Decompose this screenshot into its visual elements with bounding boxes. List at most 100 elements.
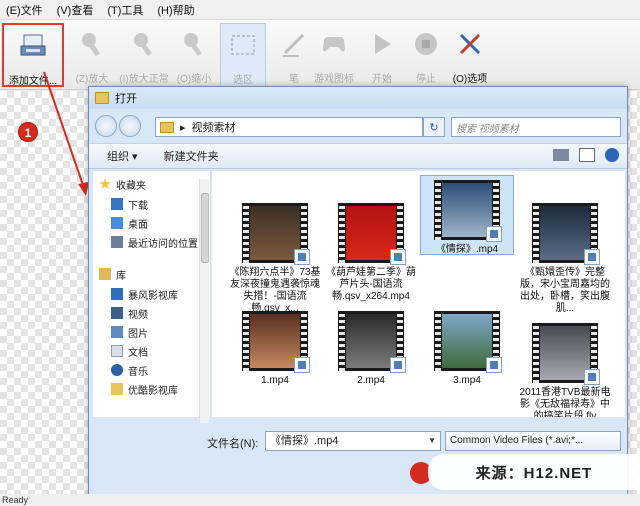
refresh-button[interactable]: ↻	[423, 117, 445, 137]
magnifier-icon	[184, 33, 202, 57]
music-icon	[111, 364, 123, 376]
file-item[interactable]: 《甄嬛歪传》完整版，宋小宝周嘉均的出处，卧槽，笑出腹肌...	[518, 203, 612, 315]
select-label: 选区	[233, 75, 253, 86]
file-item[interactable]: 《陈翔六点半》73基友深夜撞鬼遇袭惊魂失措！-国语流畅.qsv_x...	[228, 203, 322, 315]
nav-label: 优酷影视库	[128, 385, 178, 397]
nav-downloads[interactable]: 下载	[111, 195, 148, 213]
tools-icon	[459, 33, 481, 55]
nav-scrollbar[interactable]	[199, 179, 209, 425]
help-icon[interactable]	[605, 148, 619, 162]
file-name: 《情探》.mp4	[435, 244, 499, 255]
library-icon	[99, 268, 111, 280]
breadcrumb-separator-icon: ▸	[180, 121, 186, 134]
nav-label: 图片	[128, 328, 148, 340]
options-label: (O)选项	[452, 74, 488, 85]
navigation-pane: 收藏夹 下载 桌面 最近访问的位置 库 暴风影视库 视频 图片 文档 音乐 优酷…	[93, 171, 211, 417]
pen-icon	[283, 33, 305, 57]
nav-label: 音乐	[128, 366, 148, 378]
zoom-out-button[interactable]: (O)缩小	[168, 23, 220, 87]
nav-label: 桌面	[128, 219, 148, 231]
documents-icon	[111, 345, 123, 357]
add-file-label: 添加文件...	[8, 76, 58, 87]
file-name: 《甄嬛歪传》完整版，宋小宝周嘉均的出处，卧槽，笑出腹肌...	[520, 267, 610, 314]
magnifier-icon	[82, 33, 100, 57]
nav-favorites[interactable]: 收藏夹	[99, 175, 146, 193]
address-bar[interactable]: ▸ 视频素材	[155, 117, 423, 137]
file-name: 1.mp4	[261, 375, 289, 386]
search-input[interactable]: 搜索 视频素材	[451, 117, 621, 137]
add-file-icon	[20, 34, 46, 56]
desktop-icon	[111, 217, 123, 229]
nav-label: 库	[116, 270, 126, 282]
zoom-in-button[interactable]: (Z)放大	[66, 23, 118, 87]
status-bar: Ready	[0, 494, 640, 506]
menu-view[interactable]: (V)查看	[57, 2, 94, 18]
organize-menu[interactable]: 组织 ▾	[107, 148, 138, 164]
watermark: 来源：H12.NET	[428, 454, 640, 490]
gamepad-label: 游戏图标	[314, 74, 354, 85]
filename-input[interactable]: 《情探》.mp4 ▼	[265, 431, 441, 451]
nav-desktop[interactable]: 桌面	[111, 214, 148, 232]
new-folder-button[interactable]: 新建文件夹	[164, 148, 219, 164]
select-button[interactable]: 选区	[220, 23, 266, 87]
dialog-title-bar: 打开	[89, 87, 627, 109]
nav-pictures[interactable]: 图片	[111, 323, 148, 341]
file-name: 3.mp4	[453, 375, 481, 386]
nav-label: 暴风影视库	[128, 290, 178, 302]
file-item-selected[interactable]: 《情探》.mp4	[420, 175, 514, 255]
file-item[interactable]: 2.mp4	[324, 311, 418, 387]
folder-icon	[111, 383, 123, 395]
nav-youku[interactable]: 优酷影视库	[111, 380, 178, 398]
add-file-button[interactable]: 添加文件...	[2, 23, 64, 87]
nav-label: 最近访问的位置	[128, 238, 198, 250]
video-icon	[111, 307, 123, 319]
menu-tools[interactable]: (T)工具	[107, 2, 143, 18]
nav-label: 视频	[128, 309, 148, 321]
menu-file[interactable]: (E)文件	[6, 2, 43, 18]
nav-videos[interactable]: 视频	[111, 304, 148, 322]
back-button[interactable]	[95, 115, 117, 137]
stop-icon	[415, 33, 437, 55]
gamepad-icon	[323, 37, 345, 52]
file-item[interactable]: 《葫芦娃第二季》葫芦片头-国语流畅.qsv_x264.mp4	[324, 203, 418, 303]
nav-label: 下载	[128, 200, 148, 212]
nav-recent[interactable]: 最近访问的位置	[111, 233, 198, 251]
filename-value: 《情探》.mp4	[270, 435, 339, 447]
zoom-in-label: (Z)放大	[75, 74, 109, 85]
dialog-title: 打开	[115, 93, 137, 105]
downloads-icon	[111, 198, 123, 210]
magnifier-icon	[134, 33, 152, 57]
zoom-fit-button[interactable]: (I)放大正常	[118, 23, 170, 87]
video-library-icon	[111, 288, 123, 300]
nav-music[interactable]: 音乐	[111, 361, 148, 379]
file-name: 2.mp4	[357, 375, 385, 386]
star-icon	[99, 178, 111, 189]
nav-documents[interactable]: 文档	[111, 342, 148, 360]
zoom-fit-label: (I)放大正常	[119, 74, 169, 85]
view-options-icon[interactable]	[553, 149, 569, 161]
open-file-dialog: 打开 ▸ 视频素材 ↻ 搜索 视频素材 组织 ▾ 新建文件夹 收藏夹 下载 桌面…	[88, 86, 628, 503]
file-name: 2011香港TVB最新电影《无敌福禄寿》中的搞笑片段.flv	[519, 387, 611, 417]
nav-library[interactable]: 库	[99, 265, 126, 283]
search-placeholder: 搜索 视频素材	[456, 123, 519, 135]
menu-help[interactable]: (H)帮助	[157, 2, 194, 18]
forward-button[interactable]	[119, 115, 141, 137]
folder-icon	[160, 121, 174, 133]
chevron-down-icon[interactable]: ▼	[428, 432, 436, 450]
file-item[interactable]: 2011香港TVB最新电影《无敌福禄寿》中的搞笑片段.flv	[518, 323, 612, 417]
gamepad-button[interactable]: 游戏图标	[308, 23, 360, 87]
file-item[interactable]: 3.mp4	[420, 311, 514, 387]
refresh-icon: ↻	[429, 121, 439, 134]
main-toolbar: 添加文件... (Z)放大 (I)放大正常 (O)缩小 选区 笔 游戏图标 开始…	[0, 20, 640, 90]
nav-label: 收藏夹	[116, 180, 146, 192]
scrollbar-thumb[interactable]	[201, 193, 209, 263]
nav-label: 文档	[128, 347, 148, 359]
file-item[interactable]: 1.mp4	[228, 311, 322, 387]
recent-places-icon	[111, 236, 123, 248]
command-bar: 组织 ▾ 新建文件夹	[89, 143, 627, 169]
nav-baofeng[interactable]: 暴风影视库	[111, 285, 178, 303]
filetype-select[interactable]: Common Video Files (*.avi;*...	[445, 431, 621, 451]
address-row: ▸ 视频素材 ↻ 搜索 视频素材	[89, 111, 627, 141]
options-button[interactable]: (O)选项	[444, 23, 496, 87]
preview-pane-icon[interactable]	[579, 148, 595, 162]
